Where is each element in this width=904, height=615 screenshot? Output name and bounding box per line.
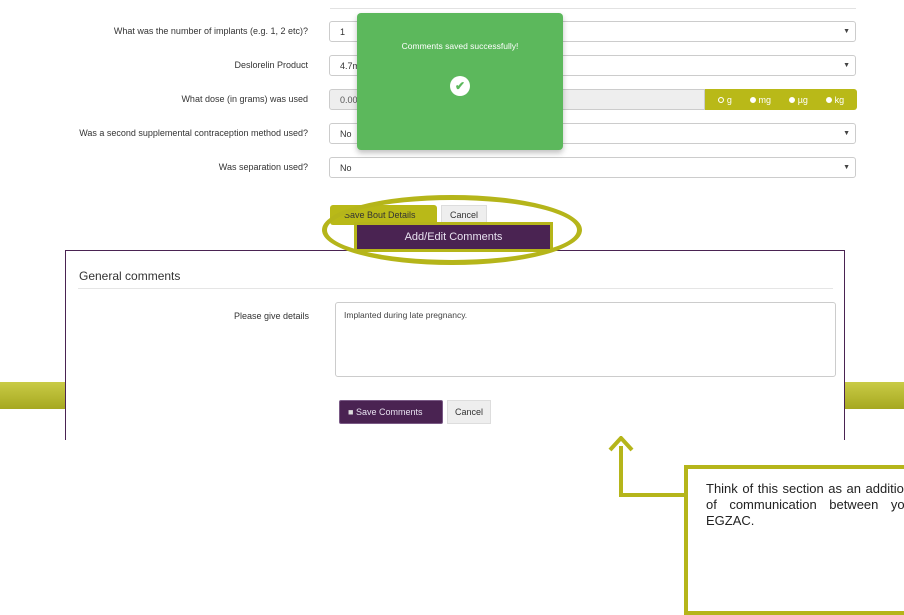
caret-down-icon: ▼ [843,62,850,69]
unit-option-g[interactable]: g [717,95,732,105]
second-method-label: Was a second supplemental contraception … [79,128,308,138]
panel-divider [78,288,833,289]
separation-select[interactable]: No ▼ [329,157,856,178]
callout-arrow-line [619,446,623,497]
toast-message: Comments saved successfully! [401,41,519,51]
floppy-disk-icon: ■ [348,407,354,417]
callout-arrow-line [619,493,685,497]
details-textarea[interactable]: Implanted during late pregnancy. [335,302,836,377]
grass-decoration-left [0,382,66,409]
implants-value: 1 [340,27,346,37]
cancel-comments-button[interactable]: Cancel [447,400,491,424]
product-label: Deslorelin Product [234,60,308,70]
callout-box: Think of this section as an additional l… [684,465,904,615]
caret-down-icon: ▼ [843,130,850,137]
check-circle-icon: ✔ [450,76,470,96]
unit-option-kg[interactable]: kg [825,95,844,105]
caret-down-icon: ▼ [843,164,850,171]
callout-text: Think of this section as an additional l… [706,481,904,528]
second-method-value: No [340,129,352,139]
radio-icon[interactable] [788,96,795,103]
success-toast: Comments saved successfully! ✔ [357,13,563,150]
comments-panel: General comments Please give details Imp… [65,250,845,440]
unit-option-ug[interactable]: µg [788,95,808,105]
radio-selected-icon[interactable] [717,96,724,103]
save-comments-label: Save Comments [355,407,423,417]
dose-label: What dose (in grams) was used [181,94,308,104]
grass-decoration-right [845,382,904,409]
details-value: Implanted during late pregnancy. [344,310,468,320]
section-divider [330,8,856,9]
comments-title: General comments [79,269,181,283]
unit-option-mg[interactable]: mg [749,95,771,105]
separation-value: No [340,163,352,173]
caret-down-icon: ▼ [843,28,850,35]
save-comments-button[interactable]: ■ Save Comments [339,400,443,424]
unit-selector: g mg µg kg [705,89,857,110]
add-edit-comments-button[interactable]: Add/Edit Comments [354,222,553,252]
details-label: Please give details [234,311,310,321]
separation-label: Was separation used? [218,162,308,172]
radio-icon[interactable] [825,96,832,103]
implants-label: What was the number of implants (e.g. 1,… [113,26,308,36]
radio-icon[interactable] [749,96,756,103]
